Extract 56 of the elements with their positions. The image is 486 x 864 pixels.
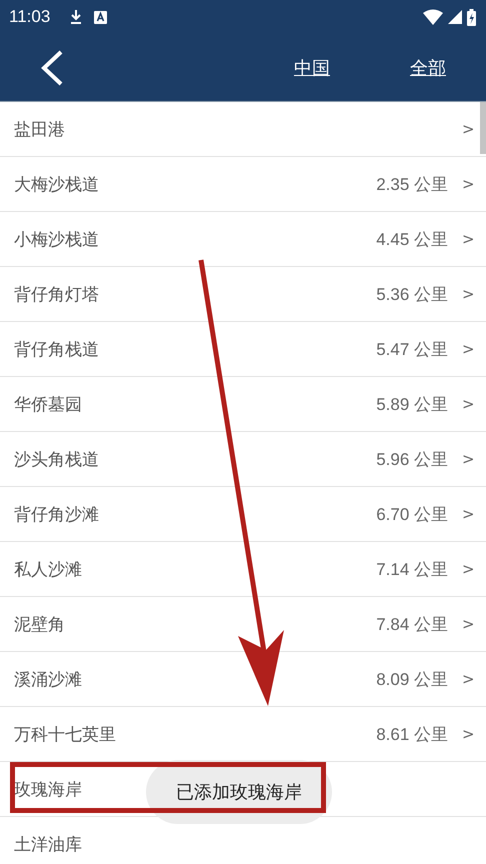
distance-text: 8.09 公里 bbox=[376, 668, 448, 690]
distance-text: 7.84 公里 bbox=[376, 614, 448, 636]
place-name: 华侨墓园 bbox=[14, 394, 82, 416]
status-time: 11:03 bbox=[9, 7, 50, 27]
place-name: 背仔角沙滩 bbox=[14, 504, 99, 526]
list-row[interactable]: 私人沙滩 7.14 公里 > bbox=[0, 542, 486, 597]
place-name: 沙头角栈道 bbox=[14, 448, 99, 470]
chevron-text: > bbox=[462, 505, 472, 523]
chevron-text: > bbox=[462, 670, 472, 688]
battery-icon bbox=[467, 8, 476, 26]
list-row[interactable]: 背仔角灯塔 5.36 公里 > bbox=[0, 267, 486, 322]
list-row[interactable]: 背仔角沙滩 6.70 公里 > bbox=[0, 487, 486, 542]
chevron-text: > bbox=[462, 395, 472, 413]
list-row[interactable]: 华侨墓园 5.89 公里 > bbox=[0, 377, 486, 432]
chevron-text: > bbox=[462, 450, 472, 468]
place-name: 盐田港 bbox=[14, 118, 65, 140]
list-row[interactable]: 大梅沙栈道 2.35 公里 > bbox=[0, 157, 486, 212]
chevron-text: > bbox=[462, 560, 472, 578]
place-name: 大梅沙栈道 bbox=[14, 174, 99, 196]
place-name: 玫瑰海岸 bbox=[14, 778, 82, 800]
chevron-text: > bbox=[462, 175, 472, 193]
chevron-text: > bbox=[462, 340, 472, 358]
keyboard-icon bbox=[94, 10, 108, 24]
scrollbar bbox=[480, 102, 486, 154]
list-row[interactable]: 小梅沙栈道 4.45 公里 > bbox=[0, 212, 486, 267]
list-row[interactable]: 背仔角栈道 5.47 公里 > bbox=[0, 322, 486, 377]
place-name: 私人沙滩 bbox=[14, 558, 82, 580]
place-name: 土洋油库 bbox=[14, 834, 82, 856]
back-button[interactable] bbox=[40, 50, 64, 86]
chevron-text: > bbox=[462, 230, 472, 248]
distance-text: 5.47 公里 bbox=[376, 338, 448, 360]
place-name: 泥壁角 bbox=[14, 614, 65, 636]
distance-text: 7.14 公里 bbox=[376, 558, 448, 580]
place-name: 小梅沙栈道 bbox=[14, 228, 99, 250]
place-name: 溪涌沙滩 bbox=[14, 668, 82, 690]
chevron-text: > bbox=[462, 615, 472, 633]
wifi-icon bbox=[423, 9, 443, 25]
filter-link[interactable]: 中国 bbox=[294, 56, 330, 80]
distance-text: 4.45 公里 bbox=[376, 228, 448, 250]
filter-link[interactable]: 全部 bbox=[410, 56, 446, 80]
distance-text: 5.89 公里 bbox=[376, 394, 448, 416]
signal-icon bbox=[448, 10, 462, 24]
distance-text: 8.61 公里 bbox=[376, 724, 448, 746]
chevron-text: > bbox=[462, 725, 472, 743]
list-row[interactable]: 盐田港 > bbox=[0, 102, 486, 157]
place-name: 背仔角灯塔 bbox=[14, 284, 99, 306]
place-name: 背仔角栈道 bbox=[14, 338, 99, 360]
distance-text: 6.70 公里 bbox=[376, 504, 448, 526]
chevron-text: > bbox=[462, 285, 472, 303]
distance-text: 2.35 公里 bbox=[376, 174, 448, 196]
distance-text: 5.36 公里 bbox=[376, 284, 448, 306]
list-row[interactable]: 沙头角栈道 5.96 公里 > bbox=[0, 432, 486, 487]
download-icon bbox=[69, 9, 84, 25]
chevron-text: > bbox=[462, 120, 472, 138]
place-name: 万科十七英里 bbox=[14, 724, 116, 746]
distance-text: 5.96 公里 bbox=[376, 448, 448, 470]
